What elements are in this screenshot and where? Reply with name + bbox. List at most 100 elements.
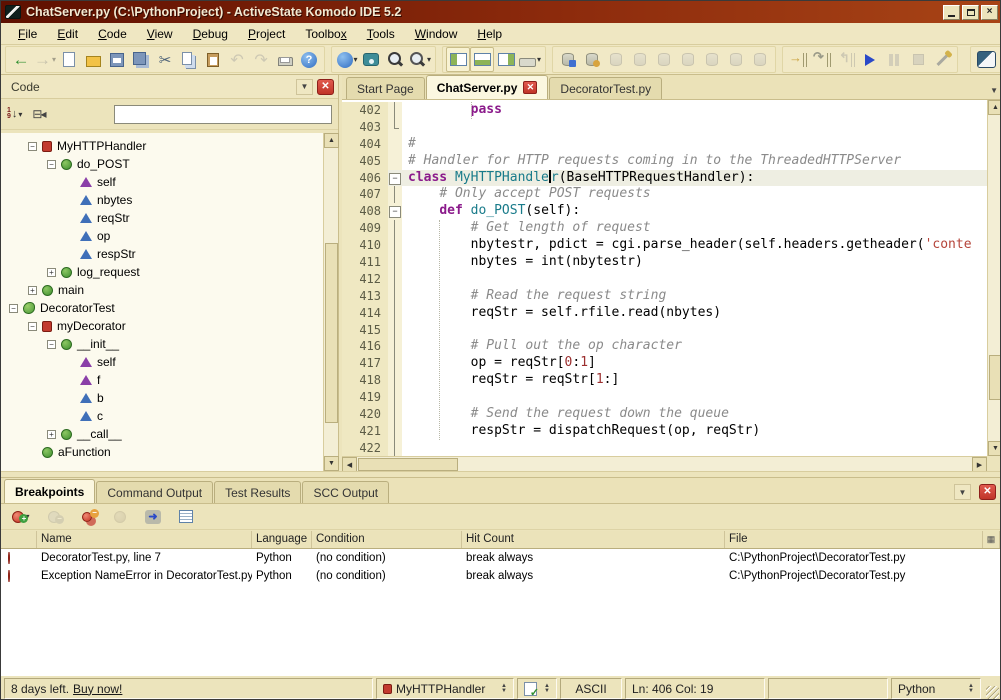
- komodo-services-button[interactable]: [974, 47, 998, 72]
- copy-button[interactable]: [177, 47, 201, 72]
- tree-item-f[interactable]: f: [1, 371, 323, 389]
- save-all-button[interactable]: [129, 47, 153, 72]
- maximize-button[interactable]: [962, 5, 979, 20]
- new-file-button[interactable]: [57, 47, 81, 72]
- tree-item-afunction[interactable]: aFunction: [1, 443, 323, 461]
- help-button[interactable]: [297, 47, 321, 72]
- collapse-box-icon[interactable]: −: [47, 340, 56, 349]
- tree-scrollbar[interactable]: ▲ ▼: [323, 133, 338, 471]
- encoding-segment[interactable]: ASCII: [560, 678, 622, 699]
- close-panel-icon[interactable]: ✕: [317, 79, 334, 95]
- toggle-right-pane-button[interactable]: [494, 47, 518, 72]
- title-bar[interactable]: ChatServer.py (C:\PythonProject) - Activ…: [1, 1, 1001, 23]
- scc-add-button[interactable]: [580, 47, 604, 72]
- debug-stop-button[interactable]: [906, 47, 930, 72]
- column-picker-icon[interactable]: ▦: [983, 531, 1000, 548]
- toggle-bottom-pane-button[interactable]: [470, 47, 494, 72]
- find-in-files-button[interactable]: ▾: [407, 47, 432, 72]
- editor-vertical-scrollbar[interactable]: ▲ ▼: [987, 100, 1001, 456]
- breakpoint-icon[interactable]: [8, 552, 10, 564]
- menu-tools[interactable]: Tools: [358, 25, 404, 43]
- minimize-button[interactable]: [943, 5, 960, 20]
- dropdown-arrow-icon[interactable]: ▾: [52, 55, 56, 64]
- scroll-up-icon[interactable]: ▲: [324, 133, 339, 148]
- expand-box-icon[interactable]: +: [47, 430, 56, 439]
- language-segment[interactable]: Python ▲▼: [891, 678, 981, 699]
- tab-decoratortest-py[interactable]: DecoratorTest.py: [549, 77, 662, 99]
- expand-box-icon[interactable]: +: [47, 268, 56, 277]
- scroll-up-icon[interactable]: ▲: [988, 100, 1001, 115]
- code-line-407[interactable]: 407 # Only accept POST requests: [342, 186, 987, 203]
- tab-breakpoints[interactable]: Breakpoints: [4, 479, 95, 503]
- tree-item-c[interactable]: c: [1, 407, 323, 425]
- undo-button[interactable]: [225, 47, 249, 72]
- scc-submit-button[interactable]: [748, 47, 772, 72]
- fold-collapse-icon[interactable]: [388, 203, 402, 220]
- tree-item-b[interactable]: b: [1, 389, 323, 407]
- code-line-405[interactable]: 405# Handler for HTTP requests coming in…: [342, 153, 987, 170]
- code-line-403[interactable]: 403: [342, 119, 987, 136]
- scc-history-button[interactable]: [724, 47, 748, 72]
- scc-checkin-button[interactable]: [628, 47, 652, 72]
- save-button[interactable]: [105, 47, 129, 72]
- menu-project[interactable]: Project: [239, 25, 294, 43]
- scc-checkout-button[interactable]: [604, 47, 628, 72]
- paste-button[interactable]: [201, 47, 225, 72]
- tree-item-mydecorator[interactable]: −myDecorator: [1, 317, 323, 335]
- collapse-box-icon[interactable]: −: [28, 142, 37, 151]
- close-tab-icon[interactable]: ✕: [523, 81, 537, 94]
- bp-goto-button[interactable]: ➜: [141, 504, 165, 529]
- breakpoint-icon[interactable]: [8, 570, 10, 582]
- panel-menu-dropdown-icon[interactable]: ▼: [296, 79, 313, 95]
- forward-button[interactable]: ▾: [33, 47, 57, 72]
- tree-item-op[interactable]: op: [1, 227, 323, 245]
- tab-chatserver-py[interactable]: ChatServer.py✕: [426, 75, 549, 99]
- syntax-check-segment[interactable]: ▲▼: [517, 678, 557, 699]
- breakpoint-row[interactable]: Exception NameError in DecoratorTest.pyP…: [1, 567, 1001, 585]
- toolbox-wand-button[interactable]: [930, 47, 954, 72]
- bp-delete-button[interactable]: [42, 504, 66, 529]
- tab-start-page[interactable]: Start Page: [346, 77, 425, 99]
- preview-button[interactable]: [359, 47, 383, 72]
- language-spinner-icon[interactable]: ▲▼: [968, 684, 974, 694]
- collapse-tree-icon[interactable]: [32, 107, 44, 121]
- fold-collapse-icon[interactable]: [388, 170, 402, 187]
- scc-remove-button[interactable]: [676, 47, 700, 72]
- resize-grip[interactable]: [986, 686, 999, 699]
- tree-item-decoratortest[interactable]: −DecoratorTest: [1, 299, 323, 317]
- collapse-box-icon[interactable]: −: [9, 304, 18, 313]
- panel-menu-dropdown-icon[interactable]: ▼: [954, 484, 971, 500]
- sort-order-icon[interactable]: 19↓▾: [7, 108, 22, 120]
- column-header-file[interactable]: File: [725, 531, 983, 548]
- code-editor[interactable]: 402 pass403404#405# Handler for HTTP req…: [342, 100, 1001, 456]
- bp-props-button[interactable]: [174, 504, 198, 529]
- dropdown-arrow-icon[interactable]: ▾: [537, 55, 541, 64]
- macro-record-button[interactable]: ▾: [518, 47, 542, 72]
- tree-item-call[interactable]: +__call__: [1, 425, 323, 443]
- symbol-spinner-icon[interactable]: ▲▼: [501, 684, 507, 694]
- column-header-condition[interactable]: Condition: [312, 531, 462, 548]
- tab-test-results[interactable]: Test Results: [214, 481, 301, 503]
- dropdown-arrow-icon[interactable]: ▾: [354, 55, 358, 64]
- editor-horizontal-scrollbar[interactable]: ◀ ▶: [342, 456, 987, 471]
- tree-item-main[interactable]: +main: [1, 281, 323, 299]
- bp-add-button[interactable]: ▾: [9, 504, 33, 529]
- scroll-right-icon[interactable]: ▶: [972, 457, 987, 472]
- column-header-language[interactable]: Language: [252, 531, 312, 548]
- symbol-filter-input[interactable]: [114, 105, 332, 124]
- tree-item-respstr[interactable]: respStr: [1, 245, 323, 263]
- find-button[interactable]: [383, 47, 407, 72]
- toggle-left-pane-button[interactable]: [446, 47, 470, 72]
- step-over-button[interactable]: [810, 47, 834, 72]
- menu-file[interactable]: File: [9, 25, 46, 43]
- scc-revert-button[interactable]: [652, 47, 676, 72]
- buy-now-link[interactable]: Buy now!: [73, 682, 122, 696]
- tree-item-init[interactable]: −__init__: [1, 335, 323, 353]
- menu-help[interactable]: Help: [468, 25, 511, 43]
- code-line-402[interactable]: 402 pass: [342, 102, 987, 119]
- scroll-left-icon[interactable]: ◀: [342, 457, 357, 472]
- column-header-hit-count[interactable]: Hit Count: [462, 531, 725, 548]
- collapse-box-icon[interactable]: −: [47, 160, 56, 169]
- tree-item-logrequest[interactable]: +log_request: [1, 263, 323, 281]
- step-out-button[interactable]: [834, 47, 858, 72]
